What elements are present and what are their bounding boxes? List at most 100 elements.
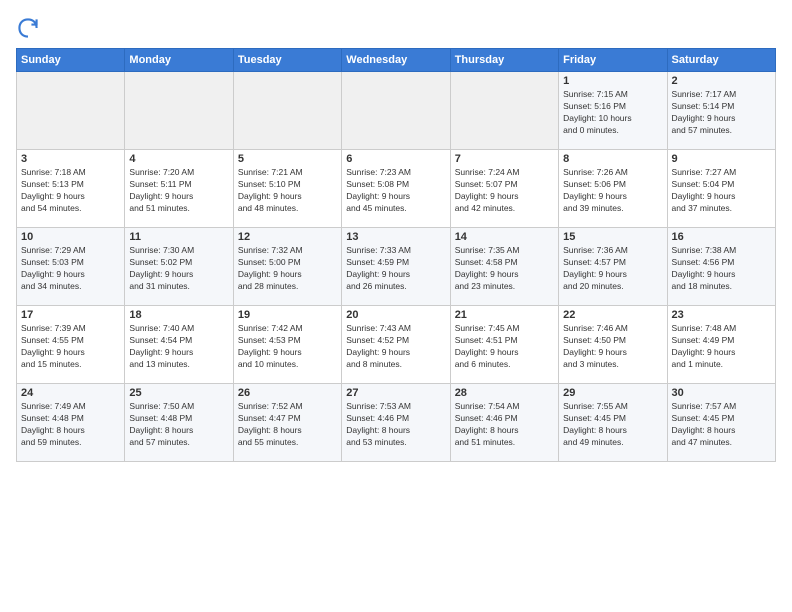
day-info: Sunrise: 7:32 AM Sunset: 5:00 PM Dayligh…: [238, 245, 337, 293]
day-info: Sunrise: 7:50 AM Sunset: 4:48 PM Dayligh…: [129, 401, 228, 449]
day-number: 22: [563, 309, 662, 321]
calendar-cell: 30 Sunrise: 7:57 AM Sunset: 4:45 PM Dayli…: [667, 384, 775, 462]
calendar-cell: 9 Sunrise: 7:27 AM Sunset: 5:04 PM Daylig…: [667, 150, 775, 228]
day-info: Sunrise: 7:38 AM Sunset: 4:56 PM Dayligh…: [672, 245, 771, 293]
day-info: Sunrise: 7:21 AM Sunset: 5:10 PM Dayligh…: [238, 167, 337, 215]
header-wednesday: Wednesday: [342, 49, 450, 72]
day-number: 13: [346, 231, 445, 243]
calendar-cell: 24 Sunrise: 7:49 AM Sunset: 4:48 PM Dayli…: [17, 384, 125, 462]
day-info: Sunrise: 7:46 AM Sunset: 4:50 PM Dayligh…: [563, 323, 662, 371]
day-info: Sunrise: 7:24 AM Sunset: 5:07 PM Dayligh…: [455, 167, 554, 215]
header-thursday: Thursday: [450, 49, 558, 72]
calendar-cell: 3Sunrise: 7:18 AM Sunset: 5:13 PM Daylig…: [17, 150, 125, 228]
day-info: Sunrise: 7:42 AM Sunset: 4:53 PM Dayligh…: [238, 323, 337, 371]
calendar-cell: 21 Sunrise: 7:45 AM Sunset: 4:51 PM Dayli…: [450, 306, 558, 384]
calendar-cell: 6 Sunrise: 7:23 AM Sunset: 5:08 PM Daylig…: [342, 150, 450, 228]
day-number: 19: [238, 309, 337, 321]
day-number: 14: [455, 231, 554, 243]
day-info: Sunrise: 7:43 AM Sunset: 4:52 PM Dayligh…: [346, 323, 445, 371]
calendar-cell: 23 Sunrise: 7:48 AM Sunset: 4:49 PM Dayli…: [667, 306, 775, 384]
header-friday: Friday: [559, 49, 667, 72]
day-number: 17: [21, 309, 120, 321]
calendar-cell: [17, 72, 125, 150]
calendar-cell: 10 Sunrise: 7:29 AM Sunset: 5:03 PM Dayli…: [17, 228, 125, 306]
calendar-cell: 5Sunrise: 7:21 AM Sunset: 5:10 PM Daylig…: [233, 150, 341, 228]
calendar-cell: 2 Sunrise: 7:17 AM Sunset: 5:14 PM Daylig…: [667, 72, 775, 150]
day-number: 28: [455, 387, 554, 399]
day-number: 27: [346, 387, 445, 399]
day-info: Sunrise: 7:29 AM Sunset: 5:03 PM Dayligh…: [21, 245, 120, 293]
calendar-cell: 22 Sunrise: 7:46 AM Sunset: 4:50 PM Dayli…: [559, 306, 667, 384]
day-info: Sunrise: 7:57 AM Sunset: 4:45 PM Dayligh…: [672, 401, 771, 449]
logo-icon: [16, 16, 40, 40]
calendar-cell: 18 Sunrise: 7:40 AM Sunset: 4:54 PM Dayli…: [125, 306, 233, 384]
day-number: 24: [21, 387, 120, 399]
calendar-cell: 29Sunrise: 7:55 AM Sunset: 4:45 PM Dayli…: [559, 384, 667, 462]
day-info: Sunrise: 7:54 AM Sunset: 4:46 PM Dayligh…: [455, 401, 554, 449]
week-row-3: 17 Sunrise: 7:39 AM Sunset: 4:55 PM Dayli…: [17, 306, 776, 384]
day-info: Sunrise: 7:49 AM Sunset: 4:48 PM Dayligh…: [21, 401, 120, 449]
calendar-cell: 20 Sunrise: 7:43 AM Sunset: 4:52 PM Dayli…: [342, 306, 450, 384]
day-info: Sunrise: 7:48 AM Sunset: 4:49 PM Dayligh…: [672, 323, 771, 371]
day-number: 4: [129, 153, 228, 165]
logo: [16, 16, 44, 40]
week-row-1: 3Sunrise: 7:18 AM Sunset: 5:13 PM Daylig…: [17, 150, 776, 228]
week-row-0: 1Sunrise: 7:15 AM Sunset: 5:16 PM Daylig…: [17, 72, 776, 150]
day-info: Sunrise: 7:33 AM Sunset: 4:59 PM Dayligh…: [346, 245, 445, 293]
header-tuesday: Tuesday: [233, 49, 341, 72]
calendar-cell: 28 Sunrise: 7:54 AM Sunset: 4:46 PM Dayli…: [450, 384, 558, 462]
calendar-cell: [233, 72, 341, 150]
page: SundayMondayTuesdayWednesdayThursdayFrid…: [0, 0, 792, 612]
calendar-cell: [125, 72, 233, 150]
calendar-cell: 12 Sunrise: 7:32 AM Sunset: 5:00 PM Dayli…: [233, 228, 341, 306]
day-info: Sunrise: 7:20 AM Sunset: 5:11 PM Dayligh…: [129, 167, 228, 215]
calendar-cell: 17 Sunrise: 7:39 AM Sunset: 4:55 PM Dayli…: [17, 306, 125, 384]
day-info: Sunrise: 7:23 AM Sunset: 5:08 PM Dayligh…: [346, 167, 445, 215]
day-info: Sunrise: 7:30 AM Sunset: 5:02 PM Dayligh…: [129, 245, 228, 293]
day-number: 30: [672, 387, 771, 399]
day-number: 9: [672, 153, 771, 165]
day-number: 18: [129, 309, 228, 321]
calendar-cell: 8 Sunrise: 7:26 AM Sunset: 5:06 PM Daylig…: [559, 150, 667, 228]
week-row-4: 24 Sunrise: 7:49 AM Sunset: 4:48 PM Dayli…: [17, 384, 776, 462]
day-info: Sunrise: 7:39 AM Sunset: 4:55 PM Dayligh…: [21, 323, 120, 371]
calendar-cell: 19 Sunrise: 7:42 AM Sunset: 4:53 PM Dayli…: [233, 306, 341, 384]
day-info: Sunrise: 7:17 AM Sunset: 5:14 PM Dayligh…: [672, 89, 771, 137]
day-number: 23: [672, 309, 771, 321]
calendar-table: SundayMondayTuesdayWednesdayThursdayFrid…: [16, 48, 776, 462]
day-info: Sunrise: 7:45 AM Sunset: 4:51 PM Dayligh…: [455, 323, 554, 371]
week-row-2: 10 Sunrise: 7:29 AM Sunset: 5:03 PM Dayli…: [17, 228, 776, 306]
day-number: 16: [672, 231, 771, 243]
day-info: Sunrise: 7:36 AM Sunset: 4:57 PM Dayligh…: [563, 245, 662, 293]
day-number: 8: [563, 153, 662, 165]
day-info: Sunrise: 7:55 AM Sunset: 4:45 PM Dayligh…: [563, 401, 662, 449]
calendar-cell: 11Sunrise: 7:30 AM Sunset: 5:02 PM Dayli…: [125, 228, 233, 306]
day-number: 3: [21, 153, 120, 165]
day-info: Sunrise: 7:27 AM Sunset: 5:04 PM Dayligh…: [672, 167, 771, 215]
day-number: 25: [129, 387, 228, 399]
day-info: Sunrise: 7:26 AM Sunset: 5:06 PM Dayligh…: [563, 167, 662, 215]
calendar-cell: 1Sunrise: 7:15 AM Sunset: 5:16 PM Daylig…: [559, 72, 667, 150]
calendar-cell: 13 Sunrise: 7:33 AM Sunset: 4:59 PM Dayli…: [342, 228, 450, 306]
calendar-header: SundayMondayTuesdayWednesdayThursdayFrid…: [17, 49, 776, 72]
day-number: 20: [346, 309, 445, 321]
header: [16, 16, 776, 40]
calendar-cell: 7 Sunrise: 7:24 AM Sunset: 5:07 PM Daylig…: [450, 150, 558, 228]
day-info: Sunrise: 7:53 AM Sunset: 4:46 PM Dayligh…: [346, 401, 445, 449]
header-row: SundayMondayTuesdayWednesdayThursdayFrid…: [17, 49, 776, 72]
day-number: 1: [563, 75, 662, 87]
day-number: 7: [455, 153, 554, 165]
day-number: 15: [563, 231, 662, 243]
calendar-cell: 26Sunrise: 7:52 AM Sunset: 4:47 PM Dayli…: [233, 384, 341, 462]
day-number: 21: [455, 309, 554, 321]
calendar-cell: 14Sunrise: 7:35 AM Sunset: 4:58 PM Dayli…: [450, 228, 558, 306]
day-number: 12: [238, 231, 337, 243]
day-number: 2: [672, 75, 771, 87]
day-number: 6: [346, 153, 445, 165]
day-info: Sunrise: 7:40 AM Sunset: 4:54 PM Dayligh…: [129, 323, 228, 371]
calendar-cell: [342, 72, 450, 150]
header-monday: Monday: [125, 49, 233, 72]
calendar-cell: [450, 72, 558, 150]
day-number: 10: [21, 231, 120, 243]
calendar-body: 1Sunrise: 7:15 AM Sunset: 5:16 PM Daylig…: [17, 72, 776, 462]
